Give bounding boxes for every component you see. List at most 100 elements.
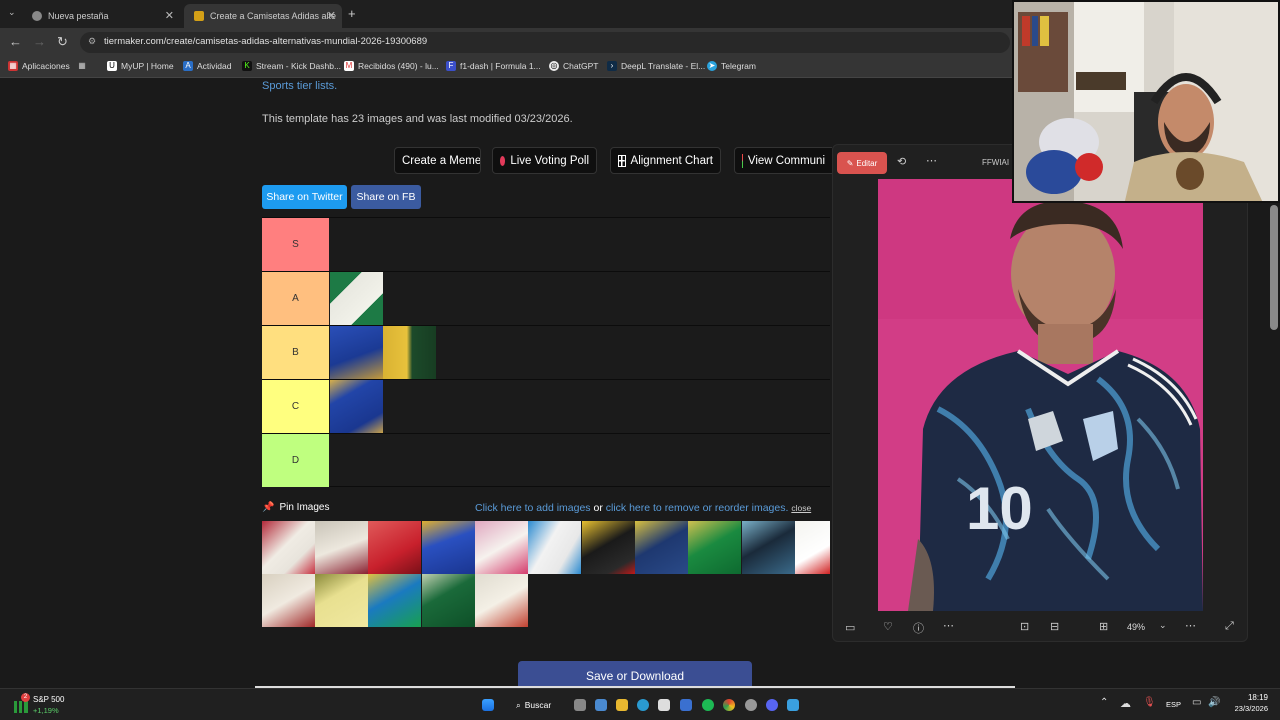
edit-button[interactable]: ✎ Editar bbox=[837, 152, 887, 174]
zoom-level[interactable]: 49% bbox=[1127, 622, 1145, 632]
bookmark-telegram[interactable]: ➤ Telegram bbox=[707, 61, 756, 71]
bookmark-gmail[interactable]: M Recibidos (490) - lu... bbox=[344, 61, 439, 71]
jersey-thumbnail[interactable] bbox=[315, 574, 368, 627]
fit-to-window-icon[interactable]: ⊞ bbox=[1099, 620, 1108, 633]
jersey-thumbnail[interactable] bbox=[475, 574, 528, 627]
chevron-down-icon[interactable]: ⌄ bbox=[1159, 620, 1167, 631]
share-fb-button[interactable]: Share on FB bbox=[351, 185, 421, 209]
tier-label[interactable]: C bbox=[262, 380, 329, 433]
jersey-thumbnail[interactable] bbox=[330, 380, 383, 433]
tab-new-tab[interactable]: Nueva pestaña ✕ bbox=[22, 4, 180, 28]
tier-label[interactable]: B bbox=[262, 326, 329, 379]
settings-gear-icon[interactable] bbox=[745, 699, 757, 711]
rotate-icon[interactable]: ⟲ bbox=[897, 155, 906, 168]
jersey-thumbnail[interactable] bbox=[383, 326, 436, 379]
spotify-icon[interactable] bbox=[702, 699, 714, 711]
task-view-icon[interactable] bbox=[574, 699, 586, 711]
live-voting-poll-button[interactable]: Live Voting Poll bbox=[492, 147, 597, 174]
reload-icon[interactable]: ↻ bbox=[57, 34, 68, 50]
taskbar-search[interactable]: ⌕ Buscar bbox=[510, 695, 562, 715]
widgets-icon[interactable] bbox=[595, 699, 607, 711]
bookmark-apps[interactable]: ▦ Aplicaciones bbox=[8, 61, 70, 71]
sports-tier-lists-link[interactable]: Sports tier lists. bbox=[262, 80, 337, 92]
jersey-thumbnail[interactable] bbox=[635, 521, 688, 574]
file-explorer-icon[interactable] bbox=[616, 699, 628, 711]
close-tab-icon[interactable]: ✕ bbox=[165, 9, 174, 22]
alignment-chart-button[interactable]: Alignment Chart bbox=[610, 147, 721, 174]
favorite-heart-icon[interactable]: ♡ bbox=[883, 620, 893, 633]
tier-label[interactable]: D bbox=[262, 434, 329, 487]
jersey-thumbnail[interactable] bbox=[368, 574, 421, 627]
mail-icon[interactable] bbox=[680, 699, 692, 711]
jersey-thumbnail[interactable] bbox=[422, 521, 475, 574]
jersey-thumbnail[interactable] bbox=[582, 521, 635, 574]
bookmark-grid[interactable]: ▦ bbox=[77, 61, 91, 71]
tab-search-chevron-icon[interactable]: ⌄ bbox=[8, 7, 16, 18]
tier-row-d[interactable]: D bbox=[262, 433, 830, 487]
bookmark-myup[interactable]: U MyUP | Home bbox=[107, 61, 174, 71]
photos-icon[interactable] bbox=[787, 699, 799, 711]
create-meme-button[interactable]: Create a Meme bbox=[394, 147, 481, 174]
page-scrollbar[interactable] bbox=[1270, 205, 1278, 330]
tier-row-a[interactable]: A bbox=[262, 271, 830, 325]
jersey-thumbnail[interactable] bbox=[528, 521, 581, 574]
network-icon[interactable]: ▭ bbox=[1192, 697, 1201, 708]
store-icon[interactable] bbox=[658, 699, 670, 711]
url-bar[interactable]: ⚙ tiermaker.com/create/camisetas-adidas-… bbox=[80, 32, 1010, 53]
bookmark-chatgpt[interactable]: ◎ ChatGPT bbox=[549, 61, 598, 71]
windows-start-icon[interactable] bbox=[482, 699, 494, 711]
keyboard-language[interactable]: ESP bbox=[1166, 700, 1181, 709]
tab-tiermaker[interactable]: Create a Camisetas Adidas alte ✕ bbox=[184, 4, 342, 28]
chevron-up-icon[interactable]: ⌃ bbox=[1100, 697, 1108, 708]
jersey-thumbnail[interactable] bbox=[262, 521, 315, 574]
close-tab-icon[interactable]: ✕ bbox=[327, 9, 336, 22]
edge-icon[interactable] bbox=[637, 699, 649, 711]
jersey-thumbnail[interactable] bbox=[795, 521, 830, 574]
jersey-thumbnail[interactable] bbox=[422, 574, 475, 627]
more-options-icon[interactable]: ⋯ bbox=[943, 619, 954, 632]
remove-images-link[interactable]: click here to remove or reorder images. bbox=[606, 502, 789, 514]
button-label: View Communi bbox=[747, 154, 825, 167]
filmstrip-icon[interactable]: ▭ bbox=[845, 621, 855, 634]
jersey-thumbnail[interactable] bbox=[688, 521, 741, 574]
share-twitter-button[interactable]: Share on Twitter bbox=[262, 185, 347, 209]
pin-images-toggle[interactable]: 📌 Pin Images bbox=[262, 502, 329, 513]
jersey-thumbnail[interactable] bbox=[742, 521, 795, 574]
tier-row-s[interactable]: S bbox=[262, 217, 830, 271]
stock-widget[interactable]: 2 S&P 500 +1,19% bbox=[12, 693, 102, 717]
bookmark-actividad[interactable]: A Actividad bbox=[183, 61, 232, 71]
back-arrow-icon[interactable]: ← bbox=[9, 34, 22, 49]
tier-row-b[interactable]: B bbox=[262, 325, 830, 379]
info-icon[interactable]: ⓘ bbox=[913, 620, 924, 636]
fullscreen-icon[interactable]: ⤢ bbox=[1225, 620, 1234, 633]
close-link[interactable]: close bbox=[791, 503, 811, 513]
bookmark-deepl[interactable]: › DeepL Translate - El... bbox=[607, 61, 705, 71]
jersey-thumbnail[interactable] bbox=[475, 521, 528, 574]
jersey-thumbnail[interactable] bbox=[315, 521, 368, 574]
add-images-link[interactable]: Click here to add images bbox=[475, 502, 591, 514]
text-extract-icon[interactable]: ⊟ bbox=[1050, 620, 1059, 633]
microphone-icon[interactable]: 🎙 bbox=[1143, 697, 1156, 708]
chrome-icon[interactable] bbox=[723, 699, 735, 711]
jersey-thumbnail[interactable] bbox=[368, 521, 421, 574]
more-options-icon[interactable]: ⋯ bbox=[1185, 619, 1196, 632]
view-community-button[interactable]: View Communi bbox=[734, 147, 832, 174]
tier-row-c[interactable]: C bbox=[262, 379, 830, 433]
more-options-icon[interactable]: ⋯ bbox=[926, 154, 937, 167]
site-info-icon[interactable]: ⚙ bbox=[88, 36, 96, 47]
jersey-thumbnail[interactable] bbox=[330, 272, 383, 325]
tier-label[interactable]: S bbox=[262, 218, 329, 271]
volume-icon[interactable]: 🔊 bbox=[1208, 697, 1220, 708]
forward-arrow-icon[interactable]: → bbox=[33, 34, 46, 49]
onedrive-cloud-icon[interactable]: ☁ bbox=[1120, 697, 1131, 710]
bookmark-kick[interactable]: K Stream - Kick Dashb... bbox=[242, 61, 341, 71]
jersey-thumbnail[interactable] bbox=[330, 326, 383, 379]
bookmark-f1dash[interactable]: Ff1-dash | Formula 1... bbox=[446, 61, 541, 71]
image-actions: Click here to add images or click here t… bbox=[475, 502, 811, 514]
jersey-thumbnail[interactable] bbox=[262, 574, 315, 627]
tier-label[interactable]: A bbox=[262, 272, 329, 325]
visual-search-icon[interactable]: ⊡ bbox=[1020, 620, 1029, 633]
discord-icon[interactable] bbox=[766, 699, 778, 711]
new-tab-plus-icon[interactable]: + bbox=[348, 6, 356, 21]
clock[interactable]: 18:19 23/3/2026 bbox=[1226, 693, 1268, 713]
